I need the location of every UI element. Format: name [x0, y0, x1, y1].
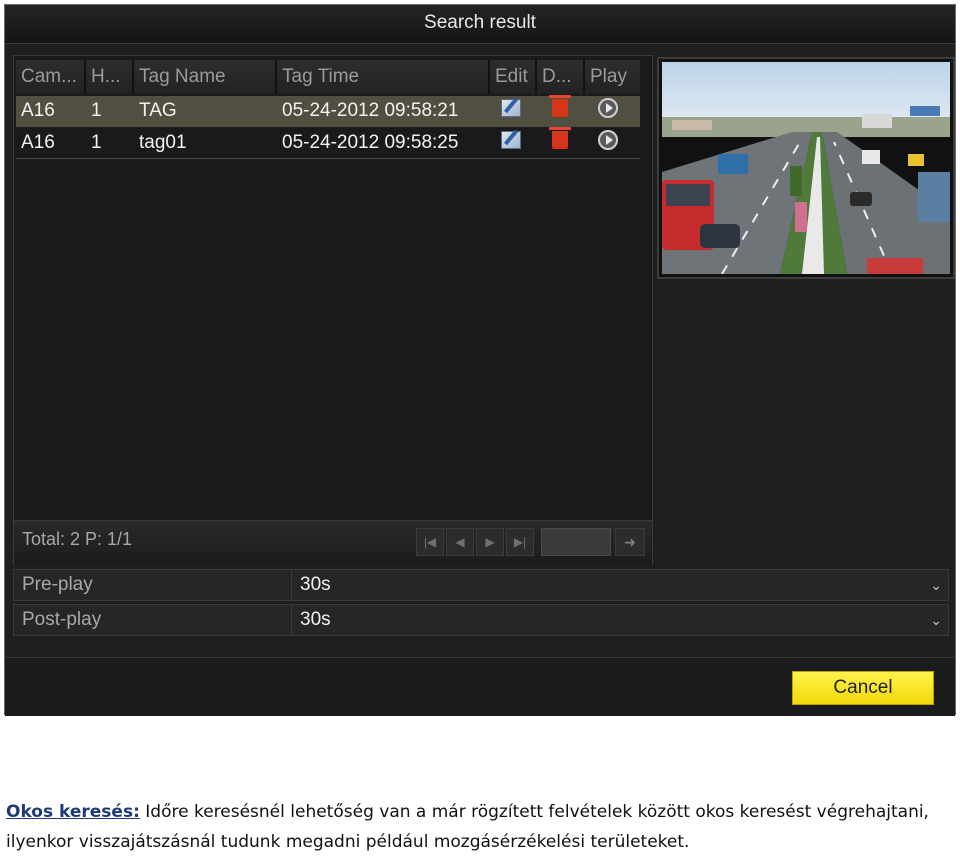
column-header-edit[interactable]: Edit [490, 60, 537, 94]
column-header-camera[interactable]: Cam... [16, 60, 86, 94]
pagination-bar: Total: 2 P: 1/1 |◀ ◀ ▶ ▶| ➜ [14, 520, 652, 565]
preplay-row: Pre-play 30s ⌄ [13, 569, 949, 601]
trash-icon[interactable] [549, 127, 571, 149]
play-icon[interactable] [598, 98, 618, 118]
preplay-select[interactable]: 30s ⌄ [292, 570, 948, 600]
search-result-dialog: Search result Cam... H... Tag Name Tag T… [4, 4, 956, 716]
pager-buttons: |◀ ◀ ▶ ▶| [416, 528, 536, 556]
arrow-right-icon[interactable]: ➜ [615, 528, 645, 556]
column-header-tag-name[interactable]: Tag Name [134, 60, 277, 94]
video-preview [657, 57, 955, 279]
caption-text: Időre keresésnél lehetőség van a már rög… [6, 802, 929, 852]
prev-page-icon[interactable]: ◀ [446, 528, 474, 556]
dialog-actions: Cancel [5, 657, 955, 716]
column-header-h[interactable]: H... [86, 60, 134, 94]
table-row[interactable]: A16 1 tag01 05-24-2012 09:58:25 [16, 127, 640, 159]
cancel-button[interactable]: Cancel [792, 671, 934, 705]
cell-camera: A16 [21, 132, 55, 153]
cell-h: 1 [91, 132, 102, 153]
chevron-down-icon[interactable]: ⌄ [930, 570, 942, 600]
page-number-input[interactable] [541, 528, 611, 556]
edit-icon[interactable] [501, 99, 521, 117]
first-page-icon[interactable]: |◀ [416, 528, 444, 556]
document-caption: Okos keresés: Időre keresésnél lehetőség… [6, 797, 956, 857]
postplay-label: Post-play [14, 605, 292, 635]
cell-tag-time: 05-24-2012 09:58:21 [282, 100, 459, 121]
column-header-tag-time[interactable]: Tag Time [277, 60, 490, 94]
cell-tag-name: TAG [139, 100, 177, 121]
dialog-title: Search result [5, 5, 955, 44]
cell-h: 1 [91, 100, 102, 121]
postplay-row: Post-play 30s ⌄ [13, 604, 949, 636]
next-page-icon[interactable]: ▶ [476, 528, 504, 556]
chevron-down-icon[interactable]: ⌄ [930, 605, 942, 635]
postplay-select[interactable]: 30s ⌄ [292, 605, 948, 635]
preplay-value: 30s [300, 574, 331, 595]
preplay-label: Pre-play [14, 570, 292, 600]
edit-icon[interactable] [501, 131, 521, 149]
highway-preview-image [662, 62, 950, 274]
column-header-play[interactable]: Play [585, 60, 640, 94]
table-header: Cam... H... Tag Name Tag Time Edit D... … [16, 60, 650, 94]
trash-icon[interactable] [549, 95, 571, 117]
playback-settings: Pre-play 30s ⌄ Post-play 30s ⌄ [13, 569, 949, 639]
cell-tag-name: tag01 [139, 132, 187, 153]
cell-camera: A16 [21, 100, 55, 121]
table-row[interactable]: A16 1 TAG 05-24-2012 09:58:21 [16, 95, 640, 127]
total-count: Total: 2 P: 1/1 [22, 529, 133, 549]
last-page-icon[interactable]: ▶| [506, 528, 534, 556]
column-header-delete[interactable]: D... [537, 60, 585, 94]
caption-lead: Okos keresés: [6, 802, 140, 822]
postplay-value: 30s [300, 609, 331, 630]
play-icon[interactable] [598, 130, 618, 150]
results-table: Cam... H... Tag Name Tag Time Edit D... … [13, 55, 653, 565]
cell-tag-time: 05-24-2012 09:58:25 [282, 132, 459, 153]
